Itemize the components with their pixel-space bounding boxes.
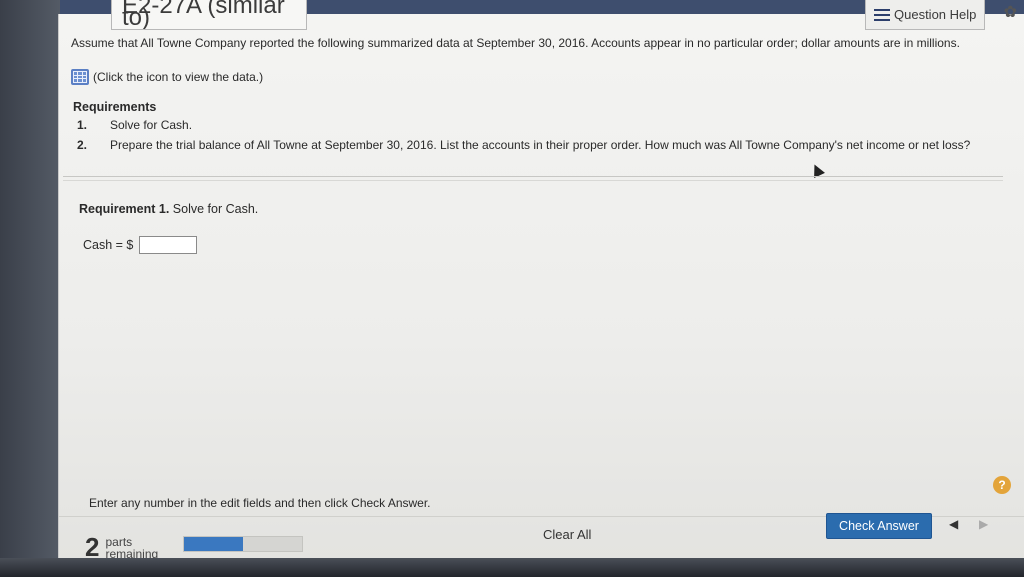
requirement-1-text: Solve for Cash.: [169, 202, 259, 216]
requirement-text: Solve for Cash.: [110, 118, 193, 132]
data-link-row[interactable]: (Click the icon to view the data.): [71, 69, 263, 85]
instructions-text: Enter any number in the edit fields and …: [89, 496, 431, 510]
data-link-text: (Click the icon to view the data.): [93, 70, 264, 84]
requirement-text: Prepare the trial balance of All Towne a…: [110, 138, 971, 152]
requirements-heading: Requirements: [73, 100, 157, 114]
help-icon[interactable]: ?: [993, 476, 1011, 494]
question-help-button[interactable]: Question Help: [865, 0, 985, 30]
previous-arrow-icon[interactable]: ◀: [949, 517, 958, 531]
requirement-item: 2. Prepare the trial balance of All Town…: [77, 138, 997, 152]
cash-label: Cash = $: [83, 238, 134, 252]
requirements-list: 1. Solve for Cash. 2. Prepare the trial …: [77, 118, 997, 158]
clear-all-button[interactable]: Clear All: [537, 526, 597, 543]
requirement-item: 1. Solve for Cash.: [77, 118, 997, 132]
check-answer-button[interactable]: Check Answer: [826, 513, 932, 539]
progress-bar: [183, 536, 303, 552]
screen-bezel-bottom: [0, 558, 1024, 577]
requirement-1-label: Requirement 1.: [79, 202, 170, 216]
question-title: E2-27A (similar to): [111, 0, 307, 30]
section-divider: [63, 176, 1003, 177]
requirement-number: 1.: [77, 118, 88, 132]
requirement-1-prompt: Requirement 1. Solve for Cash.: [79, 202, 258, 216]
question-page: E2-27A (similar to) Question Help ✿ Assu…: [58, 0, 1024, 562]
list-icon: [874, 8, 890, 21]
parts-label: parts remaining: [105, 536, 158, 560]
question-help-label: Question Help: [894, 7, 977, 22]
requirement-number: 2.: [77, 138, 88, 152]
gear-icon[interactable]: ✿: [1004, 2, 1017, 22]
progress-fill: [184, 537, 243, 551]
cash-input[interactable]: [139, 236, 198, 254]
section-divider: [63, 180, 1003, 181]
next-arrow-icon[interactable]: ▶: [979, 517, 988, 531]
cash-row: Cash = $: [83, 236, 198, 254]
screen-bezel-left: [0, 0, 60, 577]
data-table-icon[interactable]: [71, 69, 89, 85]
problem-intro: Assume that All Towne Company reported t…: [71, 36, 960, 50]
